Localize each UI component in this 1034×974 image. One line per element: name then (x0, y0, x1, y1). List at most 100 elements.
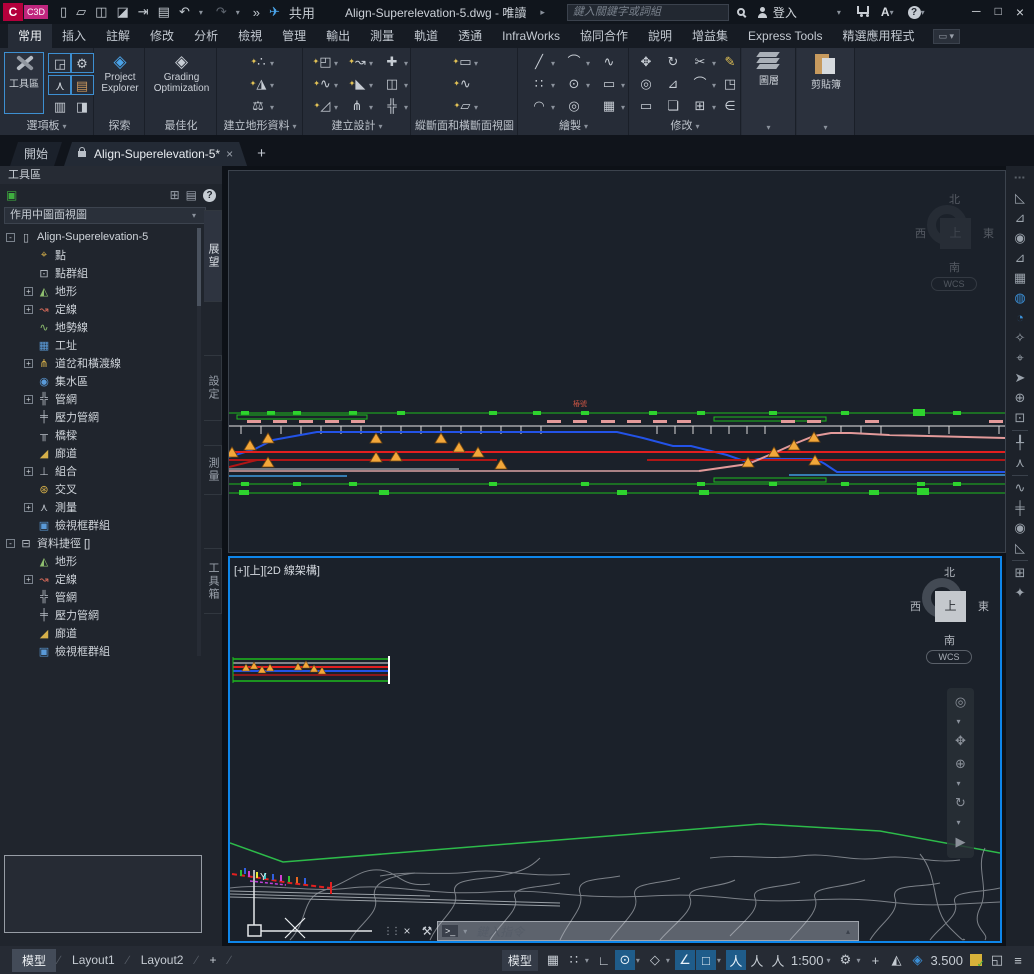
assembly-icon[interactable]: ⋔▾ (345, 96, 373, 116)
station-offset-icon[interactable]: ⊡ (1015, 410, 1026, 426)
start-tab[interactable]: 開始 (10, 142, 62, 166)
layers-button[interactable]: 圖層 (750, 52, 788, 87)
tree-item-ds-pipe-networks[interactable]: ╬管網 (2, 588, 198, 606)
panel-create-ground-label[interactable]: 建立地形資料 ▾ (218, 117, 302, 133)
tree-item-surfaces[interactable]: +◭地形 (2, 282, 198, 300)
mirror-icon[interactable]: ⊿ (661, 74, 685, 94)
tree-item-point-groups[interactable]: ⊡點群組 (2, 264, 198, 282)
tree-item-ds-corridors[interactable]: ◢廊道 (2, 624, 198, 642)
search-flyout-icon[interactable]: ▸ (540, 7, 545, 18)
view-selector-dropdown[interactable]: 作用中圖面視圖 ▾ (4, 207, 206, 224)
viewcube-bottom-viewport[interactable]: 上 北 南 西 東 WCS (912, 566, 988, 662)
project-explorer-button[interactable]: ◈ Project Explorer (98, 52, 142, 94)
panel-draw-label[interactable]: 繪製 ▾ (519, 117, 628, 133)
side-shot-icon[interactable]: ◺ (1015, 540, 1025, 556)
viewport-controls-label[interactable]: [+][上][2D 線架構] (234, 562, 320, 578)
profile-station-icon[interactable]: ╀ (1016, 435, 1024, 451)
tab-transparent[interactable]: 透通 (448, 24, 492, 48)
toolspace-button[interactable]: 工具區 (4, 52, 44, 114)
match-transparent-icon[interactable]: ⊞ (1015, 565, 1026, 581)
point-filter-icon[interactable]: ✦ (1015, 585, 1026, 601)
toolspace-title[interactable]: 工具區 (0, 166, 222, 184)
tree-item-bridges[interactable]: ╥橋樑 (2, 426, 198, 444)
zoom-dropdown-icon[interactable]: ▾ (957, 779, 965, 788)
annotation-autoscale-icon[interactable]: 人 (747, 950, 767, 970)
search-input[interactable]: 鍵入關鍵字或詞組 (567, 4, 729, 21)
workspace-gear-icon[interactable]: ⚙ (835, 950, 855, 970)
deflection-icon[interactable]: ⊿ (1015, 250, 1026, 266)
pressure-pipe-icon[interactable]: ╪ (1015, 500, 1024, 516)
osnap-dropdown-icon[interactable]: ▾ (717, 956, 725, 965)
select-arrow-icon[interactable]: ➤ (1015, 370, 1026, 386)
tree-item-catchments[interactable]: ◉集水區 (2, 372, 198, 390)
panel-palettes-label[interactable]: 選項板 ▾ (0, 117, 93, 133)
pline-edit-icon[interactable]: ◠▾ (527, 96, 555, 116)
tab-rail[interactable]: 軌道 (404, 24, 448, 48)
tree-item-ds-alignments[interactable]: +↝定線 (2, 570, 198, 588)
command-input[interactable]: 鍵入指令 (476, 923, 841, 940)
parcel-icon[interactable]: ✦◰▾ (310, 52, 338, 72)
survey-station-icon[interactable]: ⋏ (1015, 455, 1025, 471)
toolspace-tab-prospector[interactable]: 展望 (204, 210, 222, 302)
profile-icon[interactable]: ✦◿▾ (310, 96, 338, 116)
tree-item-corridors[interactable]: ◢廊道 (2, 444, 198, 462)
isodraft-dropdown-icon[interactable]: ▾ (666, 956, 674, 965)
tree-item-turnouts-crossovers[interactable]: +⋔道岔和橫渡線 (2, 354, 198, 372)
model-space-button[interactable]: 模型 (502, 950, 538, 971)
clean-screen-icon[interactable]: ◱ (987, 950, 1007, 970)
annotation-scale-value[interactable]: 1:500 (789, 950, 826, 970)
zoom-icon[interactable]: ⊕ (955, 756, 966, 772)
app-menu-button[interactable]: C (3, 3, 23, 21)
viewcube-top-viewport[interactable]: 上 北 南 西 東 WCS (917, 193, 993, 289)
tab-help[interactable]: 說明 (638, 24, 682, 48)
snap-mode-icon[interactable]: ∷ (564, 950, 584, 970)
alignment-icon[interactable]: ✦↝▾ (345, 52, 373, 72)
viewport-bottom-active[interactable]: Y [+][上][2D 線架構] 上 北 南 西 東 WCS ◎ ▾ ✥ (228, 556, 1002, 943)
rotate-icon[interactable]: ↻ (661, 52, 685, 72)
viewcube-west[interactable]: 西 (910, 598, 921, 614)
undo-dropdown-icon[interactable]: ▾ (199, 8, 207, 17)
profile-view-icon[interactable]: ✦▭▾ (450, 52, 478, 72)
hatch-icon[interactable]: ▦▾ (597, 96, 625, 116)
viewcube-face-top[interactable]: 上 (940, 218, 971, 249)
new-drawing-button[interactable]: + (257, 142, 266, 166)
tree-root-data-shortcuts[interactable]: -⊟資料捷徑 [] (2, 534, 198, 552)
stretch-icon[interactable]: ▭ (634, 96, 658, 116)
section-view-icon[interactable]: ✦▱▾ (450, 96, 478, 116)
ortho-mode-icon[interactable]: ∟ (594, 950, 614, 970)
graphics-performance-icon[interactable]: ◈ (907, 950, 927, 970)
recent-commands-icon[interactable]: ▾ (463, 927, 471, 936)
grid-display-icon[interactable]: ▦ (543, 950, 563, 970)
scale-dropdown-icon[interactable]: ▾ (826, 956, 834, 965)
toolspace-tab-survey[interactable]: 測量 (204, 445, 222, 495)
active-drawing-icon[interactable]: ▣ (6, 188, 17, 202)
point-number-icon[interactable]: ⌖ (1016, 350, 1023, 366)
polar-dropdown-icon[interactable]: ▾ (636, 956, 644, 965)
zoom-point-icon[interactable]: ⊕ (1015, 390, 1026, 406)
viewcube-south[interactable]: 南 (944, 632, 955, 648)
viewcube-face-top[interactable]: 上 (935, 591, 966, 622)
angle-distance-icon[interactable]: ⊿ (1015, 210, 1026, 226)
command-grip[interactable]: ⋮⋮ (383, 926, 397, 937)
share-icon[interactable]: ✈ (269, 4, 280, 20)
polar-tracking-icon[interactable]: ⊙ (615, 950, 635, 970)
annotation-visibility-icon[interactable]: 人 (726, 950, 746, 970)
save-icon[interactable]: ◫ (95, 4, 107, 20)
command-close-icon[interactable]: × (397, 924, 417, 938)
help-icon[interactable]: ? (908, 6, 921, 19)
point-object-icon[interactable]: ✧ (1015, 330, 1026, 346)
drawing-tab[interactable]: Align-Superelevation-5* × (64, 142, 247, 166)
pipe-network-icon[interactable]: ╬▾ (380, 96, 408, 116)
panel-modify-label[interactable]: 修改 ▾ (630, 117, 740, 133)
toolspace-help-icon[interactable]: ? (203, 189, 216, 202)
toolspace-tab-settings[interactable]: 設定 (204, 355, 222, 421)
rectangle-icon[interactable]: ▭▾ (597, 74, 625, 94)
panel-create-design-label[interactable]: 建立設計 ▾ (304, 117, 410, 133)
ribbon-display-toggle[interactable]: ▭ ▾ (933, 29, 961, 44)
panel-layers-flyout[interactable]: ▾ (742, 121, 795, 133)
properties-palette-icon[interactable]: ◲ (48, 53, 72, 73)
viewcube-south[interactable]: 南 (949, 259, 960, 275)
tree-root-drawing[interactable]: -▯Align-Superelevation-5 (2, 228, 198, 246)
qat-more-icon[interactable]: » (253, 5, 260, 20)
ellipse-icon[interactable]: ◎ (562, 96, 586, 116)
